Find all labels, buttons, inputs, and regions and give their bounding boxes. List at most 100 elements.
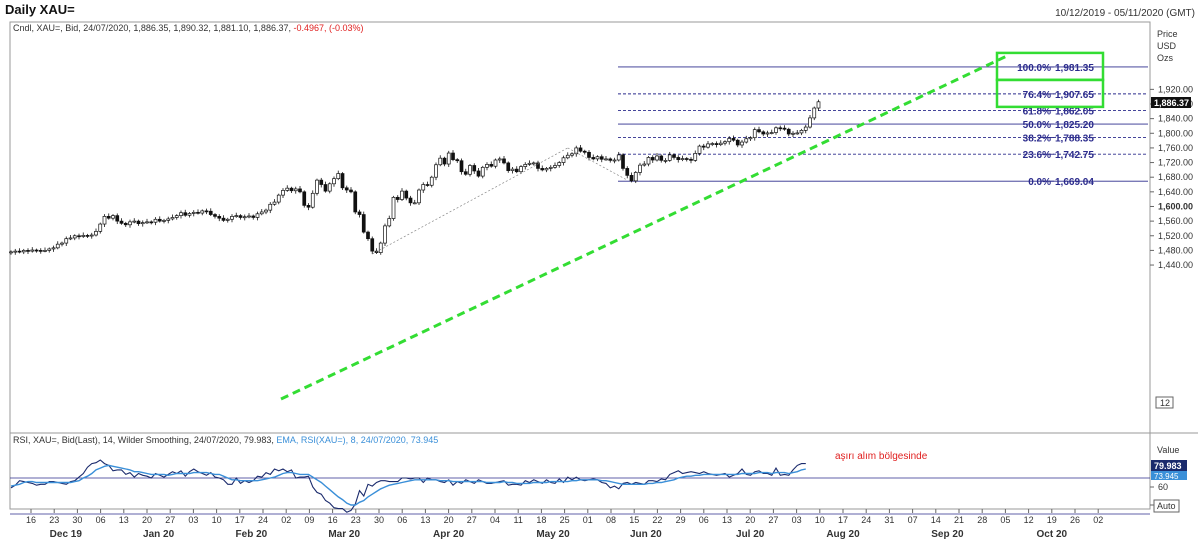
candle-up	[638, 164, 642, 173]
candle-up	[485, 164, 489, 168]
candle-up	[281, 190, 285, 196]
overbought-annotation: aşırı alım bölgesinde	[835, 451, 928, 462]
candle-up	[531, 162, 536, 165]
candle-up	[803, 126, 808, 131]
chart-title: Daily XAU=	[5, 2, 75, 17]
candle-down	[455, 159, 460, 162]
x-day-label: 22	[652, 515, 662, 525]
candle-up	[633, 172, 638, 182]
x-day-label: 01	[583, 515, 593, 525]
candle-up	[21, 250, 26, 253]
candle-down	[621, 154, 625, 169]
candle-up	[383, 225, 387, 244]
rsi-axis-title: Value	[1157, 445, 1179, 455]
candle-down	[489, 164, 494, 167]
candle-down	[442, 157, 447, 165]
candle-up	[752, 129, 757, 139]
candle-up	[55, 243, 60, 249]
candle-down	[85, 235, 90, 237]
candle-down	[323, 184, 328, 192]
candle-up	[663, 160, 668, 162]
candle-down	[502, 158, 506, 164]
candle-up	[429, 176, 434, 186]
candle-up	[179, 212, 183, 216]
price-tick-label: 1,680.00	[1158, 172, 1193, 182]
candle-up	[166, 218, 171, 221]
candle-up	[795, 132, 800, 135]
candle-up	[561, 157, 566, 163]
x-day-label: 30	[374, 515, 384, 525]
candle-down	[425, 184, 430, 186]
x-day-label: 11	[514, 515, 523, 525]
candle-up	[259, 211, 264, 215]
candle-down	[684, 158, 689, 160]
x-day-label: 18	[536, 515, 546, 525]
x-month-label: Jun 20	[630, 529, 662, 540]
candle-down	[395, 196, 400, 200]
x-month-label: May 20	[536, 529, 570, 540]
candle-up	[412, 202, 417, 205]
candle-down	[106, 216, 111, 219]
price-change: -0.4967, (-0.03%)	[293, 23, 363, 33]
candle-up	[200, 210, 205, 214]
candle-up	[187, 213, 192, 216]
price-tick-label: 1,560.00	[1158, 216, 1193, 226]
candle-up	[816, 101, 821, 109]
candle-up	[387, 218, 392, 227]
candle-up	[548, 166, 553, 169]
x-day-label: 13	[420, 515, 430, 525]
candle-down	[786, 128, 791, 135]
x-day-label: 23	[49, 515, 59, 525]
candle-up	[723, 141, 727, 144]
candle-up	[557, 162, 562, 166]
candle-up	[13, 250, 18, 253]
candle-up	[81, 235, 86, 237]
xau-chart: Daily XAU= 10/12/2019 - 05/11/2020 (GMT)…	[5, 2, 1198, 540]
x-month-label: Mar 20	[328, 529, 360, 540]
candle-up	[718, 142, 723, 145]
candle-down	[149, 221, 154, 224]
x-day-label: 06	[96, 515, 106, 525]
candle-down	[451, 152, 455, 160]
candle-down	[34, 249, 39, 252]
candle-down	[123, 222, 128, 226]
candle-down	[370, 238, 375, 252]
candle-up	[434, 164, 438, 178]
candle-down	[587, 151, 591, 158]
candle-up	[740, 141, 744, 146]
candle-up	[744, 138, 749, 143]
x-day-label: 26	[1070, 515, 1080, 525]
candle-up	[553, 165, 557, 168]
candle-up	[480, 166, 485, 177]
candle-up	[132, 220, 137, 223]
price-axis-title-3: Ozs	[1157, 53, 1174, 63]
candle-up	[417, 189, 421, 204]
candle-up	[693, 153, 698, 161]
rsi-tick-label: 60	[1158, 482, 1168, 492]
candle-down	[353, 191, 358, 213]
candle-up	[111, 215, 115, 219]
candle-up	[30, 249, 35, 252]
candle-down	[217, 216, 222, 219]
rsi-info-text: RSI, XAU=, Bid(Last), 14, Wilder Smoothi…	[13, 435, 274, 445]
x-day-label: 08	[606, 515, 616, 525]
candle-down	[136, 220, 141, 225]
x-day-label: 15	[629, 515, 639, 525]
x-day-label: 31	[884, 515, 894, 525]
candle-up	[234, 215, 239, 217]
candle-up	[799, 130, 804, 134]
x-day-label: 03	[792, 515, 802, 525]
candle-down	[608, 158, 613, 161]
x-month-label: Feb 20	[236, 529, 268, 540]
candle-down	[17, 250, 22, 253]
candle-down	[183, 212, 188, 216]
candle-down	[599, 156, 604, 160]
price-info-line: Cndl, XAU=, Bid, 24/07/2020, 1,886.35, 1…	[13, 23, 364, 33]
x-day-label: 21	[954, 515, 964, 525]
fib-percent: 76.4%	[1023, 90, 1051, 101]
candle-down	[689, 158, 693, 161]
auto-scale-label: Auto	[1157, 501, 1176, 511]
candle-up	[276, 194, 281, 203]
candle-down	[714, 143, 719, 145]
price-axis-title-1: Price	[1157, 29, 1178, 39]
